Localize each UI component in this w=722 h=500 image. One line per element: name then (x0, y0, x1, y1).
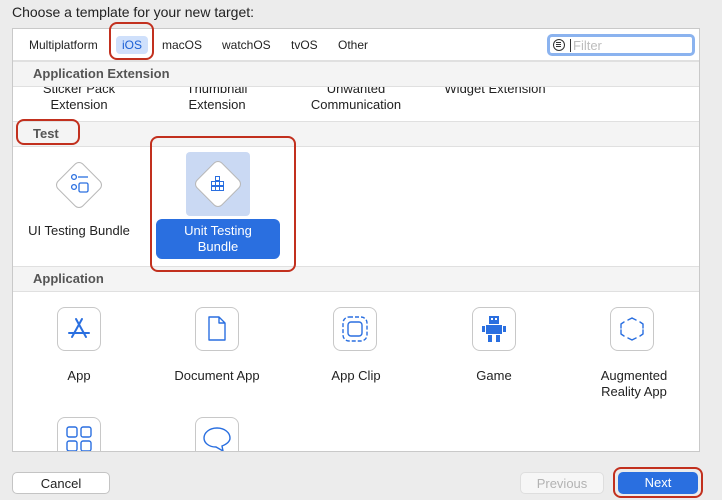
filter-placeholder: Filter (573, 38, 602, 53)
tab-ios[interactable]: iOS (116, 36, 149, 54)
unit-testing-glyph (211, 176, 224, 191)
filter-field[interactable]: Filter (547, 34, 695, 56)
augmented-reality-label: Augmented Reality App (600, 368, 668, 399)
document-app-label: Document App (174, 368, 260, 383)
next-button[interactable]: Next (618, 472, 698, 494)
tab-watchos[interactable]: watchOS (216, 36, 277, 54)
app-store-glyph (68, 318, 90, 338)
game-label: Game (476, 368, 512, 383)
tab-other[interactable]: Other (332, 36, 374, 54)
dialog-prompt: Choose a template for your new target: (12, 4, 255, 20)
app-label: App (67, 368, 91, 383)
cancel-button[interactable]: Cancel (12, 472, 110, 494)
tab-multiplatform[interactable]: Multiplatform (23, 36, 104, 54)
app-clip-glyph (342, 316, 368, 342)
tile-thumbnail-extension[interactable]: Thumbnail Extension (157, 87, 277, 113)
section-header-test: Test (13, 121, 699, 147)
previous-button[interactable]: Previous (520, 472, 604, 494)
ui-testing-glyph (70, 173, 89, 193)
text-caret (570, 39, 571, 52)
game-glyph (482, 316, 506, 342)
platform-tabs: Multiplatform iOS macOS watchOS tvOS Oth… (13, 29, 699, 61)
document-glyph (208, 316, 226, 341)
message-bubble-glyph (203, 427, 231, 451)
ar-glyph (620, 317, 644, 341)
tab-macos[interactable]: macOS (156, 36, 208, 54)
tile-unwanted-communication[interactable]: Unwanted Communication (296, 87, 416, 113)
grid-glyph (66, 426, 92, 451)
unit-testing-label: Unit Testing Bundle (156, 219, 280, 259)
tile-widget-extension[interactable]: Widget Extension (434, 87, 556, 97)
section-header-application-extension: Application Extension (13, 61, 699, 87)
section-header-application: Application (13, 266, 699, 292)
extension-row: Sticker Pack Extension Thumbnail Extensi… (13, 87, 699, 121)
template-panel: Multiplatform iOS macOS watchOS tvOS Oth… (12, 28, 700, 452)
tab-tvos[interactable]: tvOS (285, 36, 324, 54)
filter-icon[interactable] (553, 39, 565, 51)
app-clip-label: App Clip (331, 368, 381, 383)
ui-testing-label: UI Testing Bundle (28, 223, 130, 238)
tile-sticker-pack-extension[interactable]: Sticker Pack Extension (19, 87, 139, 113)
